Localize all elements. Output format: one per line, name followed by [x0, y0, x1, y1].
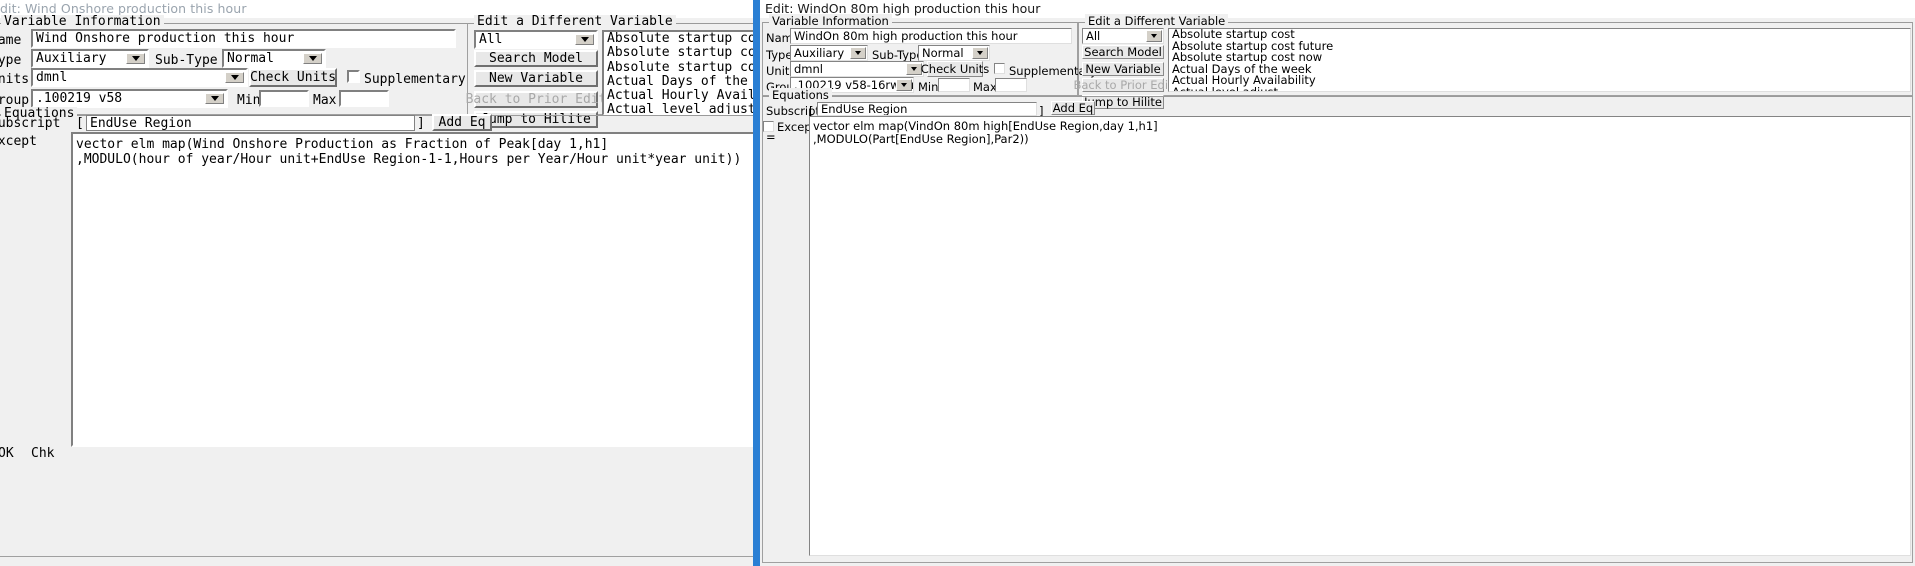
right-type-select[interactable]: Auxiliary — [790, 45, 868, 61]
right-variable-information-legend: Variable Information — [769, 14, 892, 28]
left-name-label: Name — [0, 33, 22, 48]
left-max-input[interactable] — [339, 90, 389, 107]
right-back-to-prior-edit-button: Back to Prior Edit — [1073, 78, 1173, 92]
left-min-label: Min — [237, 93, 261, 108]
left-variable-filter-value: All — [479, 32, 503, 47]
right-edit-variable-window: Edit: WindOn 80m high production this ho… — [757, 0, 1915, 566]
left-window-client: Variable Information Name Wind Onshore p… — [0, 15, 757, 566]
right-variable-filter-select[interactable]: All — [1082, 28, 1164, 44]
left-name-input[interactable]: Wind Onshore production this hour — [31, 29, 456, 48]
right-subtype-label: Sub-Type — [872, 48, 924, 62]
right-units-value: dmnl — [794, 62, 823, 76]
chevron-down-icon[interactable] — [303, 53, 322, 64]
chevron-down-icon[interactable] — [225, 72, 244, 83]
left-supplementary-checkbox[interactable] — [347, 70, 360, 83]
left-subscript-label: Subscript — [0, 116, 61, 131]
chevron-down-icon[interactable] — [126, 53, 145, 64]
left-search-model-button[interactable]: Search Model — [474, 50, 598, 67]
left-min-input[interactable] — [259, 90, 309, 107]
right-min-label: Min — [918, 80, 939, 94]
right-subtype-value: Normal — [922, 46, 964, 60]
left-ok-button[interactable]: OK — [0, 446, 14, 461]
right-window-titlebar[interactable]: Edit: WindOn 80m high production this ho… — [760, 0, 1915, 18]
left-except-label: Except — [0, 134, 37, 149]
right-type-label: Type — [766, 48, 793, 62]
right-units-select[interactable]: dmnl — [790, 61, 924, 77]
left-check-units-button[interactable]: Check Units — [249, 68, 337, 87]
right-subtype-select[interactable]: Normal — [918, 45, 990, 61]
right-new-variable-button[interactable]: New Variable — [1082, 62, 1164, 76]
left-variable-listbox[interactable]: Absolute startup cost Absolute startup c… — [602, 30, 757, 116]
list-item[interactable]: Actual Hourly Availability — [1169, 75, 1910, 87]
left-max-label: Max — [313, 93, 337, 108]
right-name-input[interactable]: WindOn 80m high production this hour — [790, 28, 1072, 44]
left-subscript-bracket-open: [ — [76, 116, 84, 131]
right-check-units-button[interactable]: Check Units — [921, 61, 989, 77]
right-max-label: Max — [973, 80, 997, 94]
left-equation-editor[interactable]: vector elm map(Wind Onshore Production a… — [71, 132, 757, 447]
left-subtype-select[interactable]: Normal — [222, 49, 326, 68]
left-subtype-value: Normal — [227, 51, 274, 66]
chevron-down-icon[interactable] — [850, 47, 866, 59]
list-item[interactable]: Absolute startup cost future — [604, 45, 757, 60]
left-type-value: Auxiliary — [36, 51, 107, 66]
list-item[interactable]: Absolute startup cost — [604, 32, 757, 46]
chevron-down-icon[interactable] — [575, 34, 594, 45]
left-type-label: Type — [0, 53, 22, 68]
left-group-value: .100219 v58 — [36, 91, 123, 106]
left-subscript-bracket-close: ] — [417, 116, 425, 131]
left-type-select[interactable]: Auxiliary — [31, 49, 149, 68]
left-subtype-label: Sub-Type — [155, 53, 218, 68]
right-supplementary-checkbox[interactable] — [994, 63, 1005, 74]
chevron-down-icon[interactable] — [1146, 30, 1162, 42]
left-variable-filter-select[interactable]: All — [474, 30, 598, 49]
left-units-label: Units — [0, 72, 30, 87]
left-new-variable-button[interactable]: New Variable — [474, 70, 598, 87]
left-units-value: dmnl — [36, 70, 68, 85]
chevron-down-icon[interactable] — [906, 63, 922, 75]
list-item[interactable]: Actual level adjust — [1169, 86, 1910, 91]
chevron-down-icon[interactable] — [205, 93, 224, 104]
chevron-down-icon[interactable] — [972, 47, 988, 59]
left-subscript-input[interactable]: EndUse Region — [86, 115, 415, 131]
right-equation-editor[interactable]: vector elm map(VindOn 80m high[EndUse Re… — [809, 116, 1911, 556]
right-add-eq-button[interactable]: Add Eq — [1051, 101, 1095, 115]
right-window-client: Variable Information Name WindOn 80m hig… — [760, 14, 1915, 566]
chevron-down-icon[interactable] — [896, 79, 912, 91]
right-variable-filter-value: All — [1086, 29, 1101, 43]
left-variable-information-legend: Variable Information — [1, 15, 164, 29]
right-edit-different-variable-legend: Edit a Different Variable — [1085, 14, 1229, 28]
right-search-model-button[interactable]: Search Model — [1082, 45, 1164, 59]
left-add-eq-button[interactable]: Add Eq — [432, 114, 492, 131]
left-chk-button[interactable]: Chk — [31, 446, 54, 461]
right-except-equals: = — [766, 130, 776, 144]
right-equations-legend: Equations — [769, 88, 832, 102]
list-item[interactable]: Absolute startup cost now — [604, 60, 757, 75]
right-max-input[interactable] — [995, 78, 1027, 92]
list-item[interactable]: Actual Days of the week — [604, 74, 757, 89]
right-variable-listbox[interactable]: Absolute startup cost Absolute startup c… — [1168, 28, 1911, 92]
right-subscript-input[interactable]: EndUse Region — [817, 102, 1037, 116]
left-units-select[interactable]: dmnl — [31, 68, 248, 87]
right-type-value: Auxiliary — [794, 46, 845, 60]
left-edit-variable-window: Edit: Wind Onshore production this hour … — [0, 0, 757, 566]
left-back-to-prior-edit-button: Back to Prior Edit — [465, 91, 607, 108]
left-supplementary-label: Supplementary — [364, 72, 466, 87]
right-min-input[interactable] — [938, 78, 970, 92]
screen-root: Edit: Wind Onshore production this hour … — [0, 0, 1915, 566]
list-item[interactable]: Actual Hourly Availability — [604, 88, 757, 103]
left-edit-different-variable-legend: Edit a Different Variable — [474, 15, 676, 29]
